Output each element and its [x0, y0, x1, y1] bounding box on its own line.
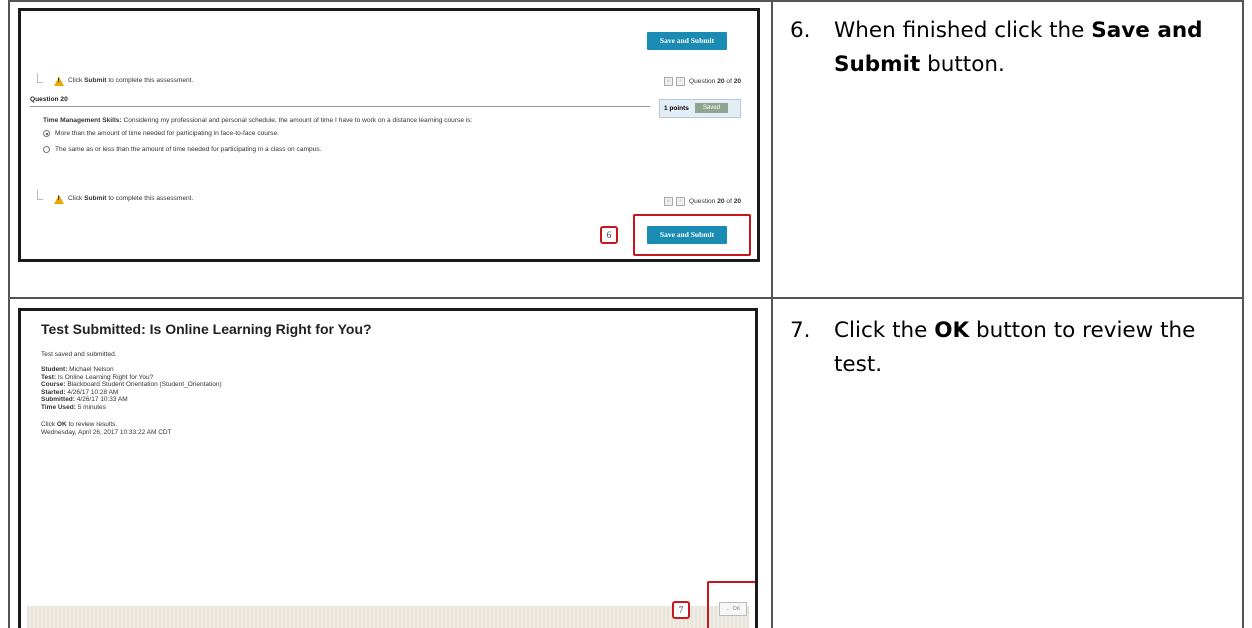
table-column-divider — [771, 0, 773, 628]
review-text-start: Click — [41, 421, 57, 428]
option-2-label: The same as or less than the amount of t… — [55, 146, 322, 153]
table-row-divider — [8, 297, 1244, 299]
arrow-left-icon: ← — [725, 606, 732, 612]
nav-of: of — [724, 198, 734, 205]
nav-total: 20 — [733, 78, 742, 85]
step-7-text-start: Click the — [834, 318, 935, 343]
footer-band — [27, 606, 749, 628]
instruction-step-6: 6. When finished click the Save and Subm… — [790, 14, 1230, 94]
detail-row: Course: Blackboard Student Orientation (… — [41, 381, 222, 389]
detail-value: 5 minutes — [75, 403, 106, 411]
detail-label: Submitted: — [41, 396, 75, 404]
question-navigation-bottom: Question 20 of 20 — [689, 198, 741, 205]
detail-label: Started: — [41, 388, 66, 396]
previous-question-icon[interactable]: ‹ — [676, 77, 685, 86]
points-badge: 1 points Saved — [659, 99, 741, 118]
detail-label: Student: — [41, 366, 68, 373]
step-6-text-start: When finished click the — [834, 18, 1092, 43]
step-7-text-bold: OK — [934, 318, 970, 343]
table-border-top — [8, 0, 1244, 2]
ok-button[interactable]: ← OK — [719, 602, 747, 616]
first-question-icon[interactable]: « — [664, 77, 673, 86]
nav-label: Question — [689, 198, 718, 205]
table-border-left — [8, 0, 10, 628]
nav-of: of — [724, 78, 734, 85]
previous-question-icon-bottom[interactable]: ‹ — [676, 197, 685, 206]
step-6-number: 6. — [790, 18, 811, 43]
reminder-text: Click — [68, 195, 85, 202]
saved-message: Test saved and submitted. — [41, 351, 117, 358]
detail-label: Test: — [41, 373, 57, 381]
nav-total: 20 — [733, 198, 742, 205]
reminder-text-end: to complete this assessment. — [106, 195, 194, 202]
review-instructions: Click OK to review results. Wednesday, A… — [41, 421, 172, 436]
submit-reminder-bottom: Click Submit to complete this assessment… — [68, 195, 193, 202]
submission-title: Test Submitted: Is Online Learning Right… — [41, 321, 372, 337]
step-7-number: 7. — [790, 318, 811, 343]
question-divider — [30, 106, 650, 107]
review-text-end: to review results. — [66, 421, 118, 428]
warning-icon — [54, 77, 64, 86]
reminder-text-end: to complete this assessment. — [106, 77, 194, 84]
submit-reminder: Click Submit to complete this assessment… — [68, 77, 193, 84]
option-1-label: More than the amount of time needed for … — [55, 130, 279, 137]
saved-status: Saved — [694, 103, 728, 114]
detail-label: Time Used: — [41, 403, 76, 411]
reminder-bold: Submit — [84, 195, 107, 202]
prompt-text: Considering my professional and personal… — [121, 117, 473, 124]
option-1-radio[interactable] — [43, 130, 50, 137]
instruction-step-7: 7. Click the OK button to review the tes… — [790, 314, 1230, 394]
chevron-icon-bottom — [37, 190, 43, 200]
save-and-submit-button-top[interactable]: Save and Submit — [647, 32, 727, 50]
step-6-text: When finished click the Save and Submit … — [834, 14, 1234, 82]
nav-current: 20 — [717, 78, 725, 85]
first-question-icon-bottom[interactable]: « — [664, 197, 673, 206]
detail-row: Started: 4/26/17 10:28 AM — [41, 389, 222, 397]
step-7-badge: 7 — [672, 601, 690, 619]
ok-label: OK — [732, 606, 741, 612]
question-heading: Question 20 — [30, 96, 68, 103]
points-value: 1 points — [664, 105, 689, 112]
detail-row: Submitted: 4/26/17 10:33 AM — [41, 396, 222, 404]
review-text-bold: OK — [56, 421, 67, 428]
detail-row: Student: Michael Nelson — [41, 366, 222, 374]
nav-label: Question — [689, 78, 718, 85]
step-6-text-end: button. — [920, 52, 1005, 77]
option-2-radio[interactable] — [43, 146, 50, 153]
submission-details: Student: Michael Nelson Test: Is Online L… — [41, 366, 222, 412]
submission-timestamp: Wednesday, April 26, 2017 10:33:22 AM CD… — [41, 428, 172, 436]
step-7-text: Click the OK button to review the test. — [834, 314, 1234, 382]
review-text: Click OK to review results. — [41, 421, 172, 429]
detail-value: 4/26/17 10:33 AM — [74, 396, 128, 404]
question-prompt: Time Management Skills: Considering my p… — [43, 117, 472, 124]
warning-icon-bottom — [54, 195, 64, 204]
detail-label: Course: — [41, 381, 66, 389]
detail-value: Is Online Learning Right for You? — [56, 373, 154, 381]
save-and-submit-button-bottom[interactable]: Save and Submit — [647, 226, 727, 244]
reminder-text: Click — [68, 77, 85, 84]
screenshot-test-submitted: Test Submitted: Is Online Learning Right… — [18, 308, 758, 628]
detail-value: 4/26/17 10:28 AM — [65, 388, 119, 396]
reminder-bold: Submit — [84, 77, 107, 84]
question-navigation: Question 20 of 20 — [689, 78, 741, 85]
nav-current: 20 — [717, 198, 725, 205]
chevron-icon — [37, 73, 43, 83]
detail-value: Michael Nelson — [67, 366, 114, 373]
prompt-topic: Time Management Skills: — [43, 117, 122, 124]
step-6-badge: 6 — [600, 226, 618, 244]
detail-row: Test: Is Online Learning Right for You? — [41, 374, 222, 382]
detail-row: Time Used: 5 minutes — [41, 404, 222, 412]
table-border-right — [1242, 0, 1244, 628]
screenshot-save-and-submit: Save and Submit Click Submit to complete… — [18, 8, 760, 262]
detail-value: Blackboard Student Orientation (Student_… — [65, 381, 222, 389]
